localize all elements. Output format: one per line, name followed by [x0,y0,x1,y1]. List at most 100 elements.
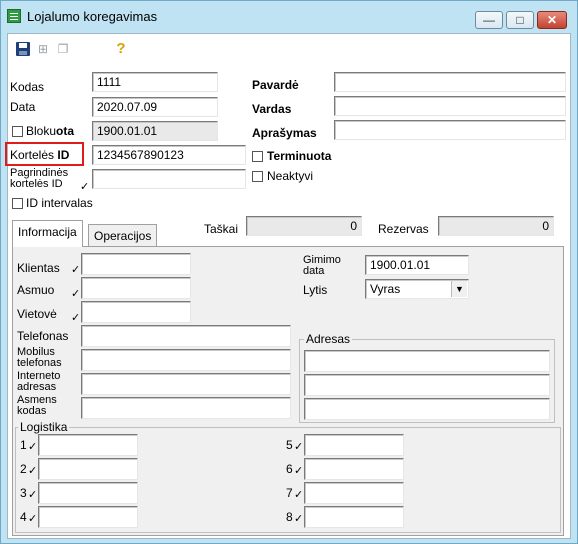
id-intervalas-label: ID intervalas [26,196,93,210]
logistika-6-field[interactable] [304,458,404,480]
pagrindines-korteles-id-field[interactable] [92,169,246,189]
logistika-1-tick-icon: ✓ [28,441,38,453]
asmens-kodas-label-2: kodas [17,405,47,417]
logistika-3-tick-icon: ✓ [28,489,38,501]
logistika-3-label: 3 [20,486,27,500]
gimimo-label-1: Gimimo [303,254,341,266]
logistika-group-title: Logistika [18,420,70,434]
adresas-group-title: Adresas [304,332,353,346]
rezervas-field: 0 [438,216,554,236]
logistika-2-label: 2 [20,462,27,476]
rezervas-label: Rezervas [378,222,429,236]
blokuota-label-pre: Bloku [26,124,57,138]
logistika-8-field[interactable] [304,506,404,528]
maximize-button[interactable]: □ [506,11,534,29]
logistika-2-tick-icon: ✓ [28,465,38,477]
taskai-field: 0 [246,216,362,236]
logistika-4-tick-icon: ✓ [28,513,38,525]
pavarde-field[interactable] [334,72,566,92]
logistika-1-field[interactable] [38,434,138,456]
informacija-panel: Klientas ✓ Asmuo ✓ Vietovė ✓ Telefonas M… [12,246,564,536]
save-icon[interactable] [16,42,30,56]
terminuota-label: Terminuota [267,149,332,163]
neaktyvi-checkbox[interactable] [252,171,263,182]
blokuota-label: Blokuota [26,124,74,138]
gimimo-label-2: data [303,265,325,277]
vietove-field[interactable] [81,301,191,323]
title-bar[interactable]: Lojalumo koregavimas — □ ✕ [1,1,577,29]
data-label: Data [10,100,36,114]
vardas-field[interactable] [334,96,566,116]
data-field[interactable]: 2020.07.09 [92,97,218,117]
logistika-7-tick-icon: ✓ [294,489,304,501]
window-title: Lojalumo koregavimas [27,9,158,24]
pagrindines-label-2: kortelės ID [10,178,63,190]
mobilus-label-2: telefonas [17,357,62,369]
logistika-4-label: 4 [20,510,27,524]
asmuo-tick-icon: ✓ [71,288,81,300]
lytis-label: Lytis [303,283,328,297]
asmens-kodas-field[interactable] [81,397,291,419]
korteles-id-field[interactable]: 1234567890123 [92,145,246,165]
vardas-label: Vardas [252,102,292,116]
logistika-6-label: 6 [286,462,293,476]
key-icon[interactable]: ? [114,41,128,56]
logistika-2-field[interactable] [38,458,138,480]
telefonas-label: Telefonas [17,329,69,343]
kodas-field[interactable]: 1111 [92,72,218,92]
close-button[interactable]: ✕ [537,11,567,29]
logistika-7-label: 7 [286,486,293,500]
tab-operacijos[interactable]: Operacijos [88,224,158,246]
blokuota-label-bold: ota [56,124,75,138]
lytis-select[interactable]: Vyras ▼ [365,279,469,299]
korteles-id-label-rest: ės [41,148,58,162]
logistika-6-tick-icon: ✓ [294,465,304,477]
logistika-7-field[interactable] [304,482,404,504]
pavarde-label: Pavardė [252,78,299,92]
logistika-8-tick-icon: ✓ [294,513,304,525]
mobilus-telefonas-field[interactable] [81,349,291,371]
chevron-down-icon[interactable]: ▼ [451,281,467,297]
logistika-4-field[interactable] [38,506,138,528]
aprasymas-label: Aprašymas [252,126,317,140]
asmuo-field[interactable] [81,277,191,299]
app-icon [7,9,21,23]
interneto-adresas-field[interactable] [81,373,291,395]
klientas-label: Klientas [17,261,60,275]
window: Lojalumo koregavimas — □ ✕ ⊞ ❐ ? Kodas 1… [0,0,578,544]
tree-icon[interactable]: ⊞ [36,42,50,56]
neaktyvi-label: Neaktyvi [267,169,314,183]
klientas-field[interactable] [81,253,191,275]
id-intervalas-checkbox[interactable] [12,198,23,209]
adresas-line-1[interactable] [304,350,550,372]
mobilus-label-1: Mobilus [17,346,55,358]
vietove-tick-icon: ✓ [71,312,81,324]
logistika-3-field[interactable] [38,482,138,504]
tab-informacija[interactable]: Informacija [12,220,83,247]
telefonas-field[interactable] [81,325,291,347]
taskai-label: Taškai [204,222,239,236]
blokuota-checkbox[interactable] [12,126,23,137]
interneto-label-2: adresas [17,381,57,393]
vietove-label: Vietovė [17,307,57,321]
terminuota-checkbox[interactable] [252,151,263,162]
lytis-selected-value: Vyras [370,282,401,296]
adresas-line-3[interactable] [304,398,550,420]
logistika-8-label: 8 [286,510,293,524]
blokuota-date-field[interactable]: 1900.01.01 [92,121,218,141]
logistika-group: Logistika 1 ✓ 2 ✓ 3 ✓ 4 ✓ 5 ✓ 6 ✓ 7 ✓ 8 … [15,420,561,533]
logistika-1-label: 1 [20,438,27,452]
aprasymas-field[interactable] [334,120,566,140]
asmuo-label: Asmuo [17,283,55,297]
klientas-tick-icon: ✓ [71,264,81,276]
gimimo-data-field[interactable]: 1900.01.01 [365,255,469,275]
logistika-5-field[interactable] [304,434,404,456]
interneto-label-1: Interneto [17,370,61,382]
asmens-kodas-label-1: Asmens [17,394,57,406]
korteles-id-label: Kortelės ID [10,148,70,162]
kodas-label: Kodas [10,80,45,94]
dialog-body: ⊞ ❐ ? Kodas 1111 Data 2020.07.09 Blokuot… [5,33,571,539]
adresas-line-2[interactable] [304,374,550,396]
copy-icon[interactable]: ❐ [56,42,70,56]
minimize-button[interactable]: — [475,11,503,29]
